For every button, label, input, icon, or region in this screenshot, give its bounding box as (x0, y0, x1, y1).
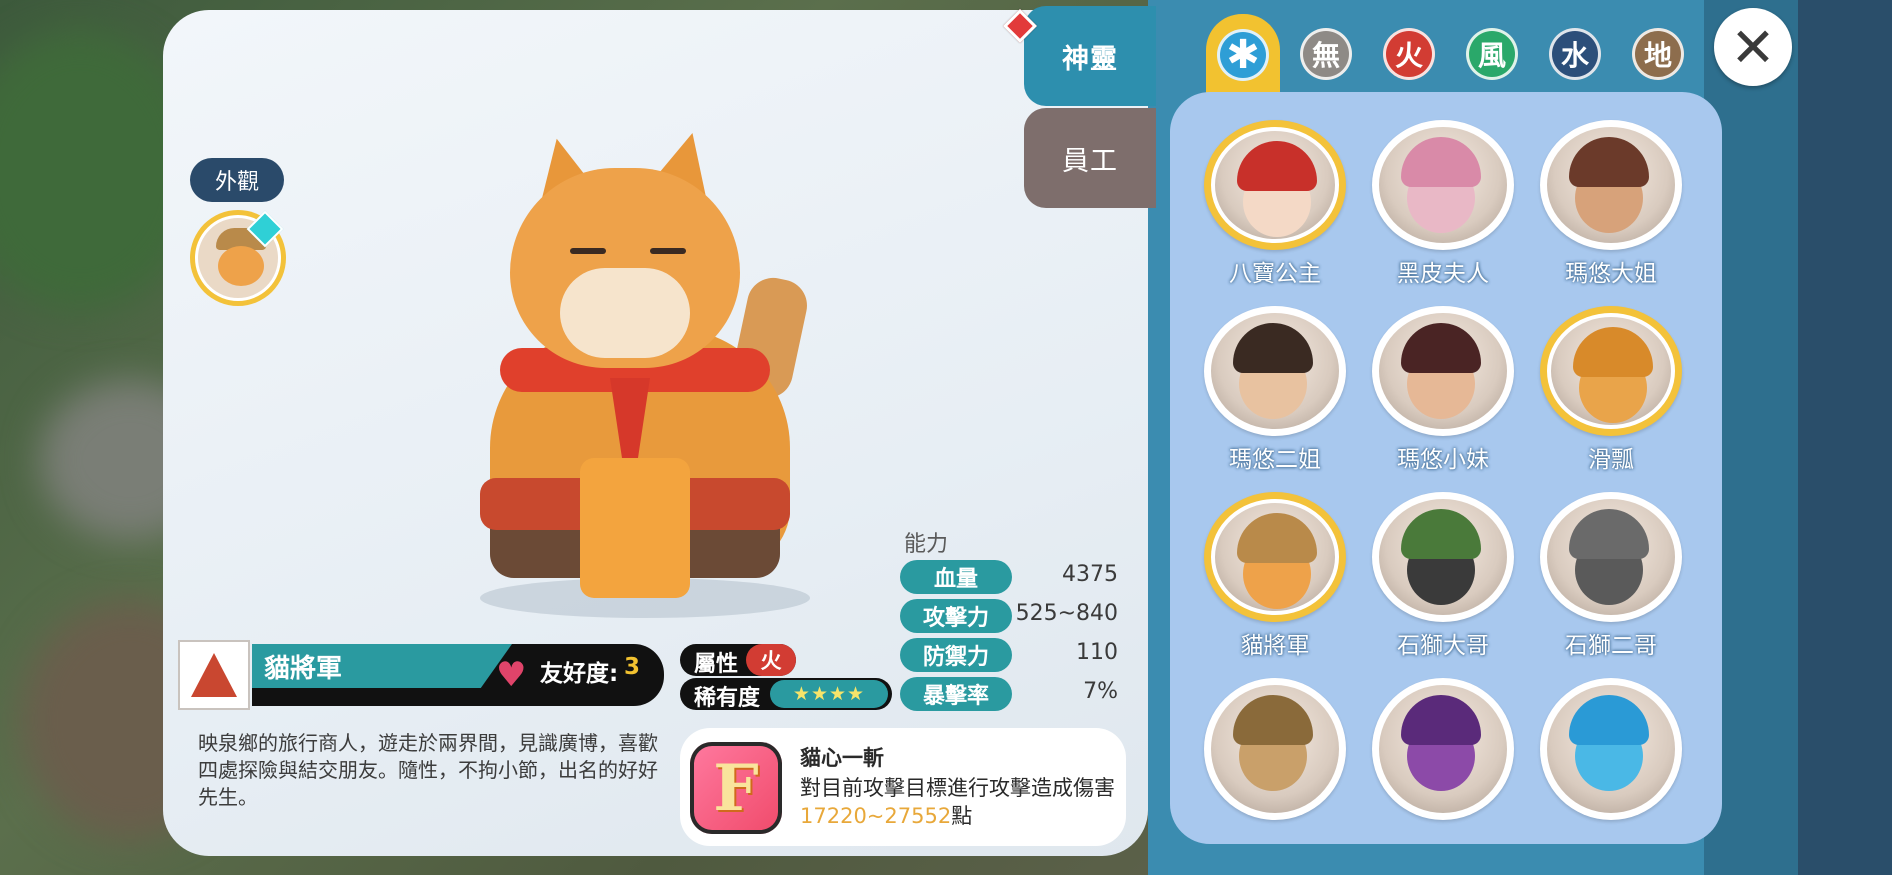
roster-card[interactable]: 滑瓢 (1540, 306, 1682, 474)
heart-icon: ♥ (496, 655, 527, 695)
character-portrait (1540, 120, 1682, 250)
stat-label: 血量 (900, 560, 1012, 594)
character-portrait (1372, 678, 1514, 820)
character-portrait (1372, 306, 1514, 436)
character-name-label: 瑪悠小妹 (1397, 447, 1489, 473)
character-portrait (1540, 678, 1682, 820)
roster-card[interactable]: 瑪悠小妹 (1372, 306, 1514, 474)
filter-earth-tab[interactable]: 地 (1621, 14, 1695, 94)
character-portrait (1372, 492, 1514, 622)
filter-none-tab[interactable]: 無 (1289, 14, 1363, 94)
tab-staff[interactable]: 員工 (1024, 108, 1156, 208)
roster-card[interactable] (1204, 678, 1346, 844)
character-roster: 八寶公主 黑皮夫人 瑪悠大姐瑪悠二姐 瑪悠小妹 滑瓢貓將軍 石獅大哥 石獅二哥 (1170, 92, 1722, 844)
stat-row-defense: 防禦力 110 (900, 638, 1118, 672)
stat-row-hp: 血量 4375 (900, 560, 1118, 594)
filter-all-tab[interactable]: ✱ (1206, 14, 1280, 96)
stat-row-crit: 暴擊率 7% (900, 677, 1118, 711)
roster-card[interactable] (1372, 678, 1514, 844)
affinity-label: 友好度: (540, 661, 619, 687)
filter-water-tab[interactable]: 水 (1538, 14, 1612, 94)
roster-card[interactable]: 黑皮夫人 (1372, 120, 1514, 288)
filter-wind-tab[interactable]: 風 (1455, 14, 1529, 94)
skill-damage: 17220~27552 (800, 804, 952, 828)
filter-fire-tab[interactable]: 火 (1372, 14, 1446, 94)
tab-spirit[interactable]: 神靈 (1024, 6, 1156, 106)
character-portrait (1204, 492, 1346, 622)
roster-card[interactable]: 貓將軍 (1204, 492, 1346, 660)
character-name-banner: 貓將軍 ♥ 友好度: 3 (178, 640, 664, 710)
stat-label: 防禦力 (900, 638, 1012, 672)
element-filter-tabs: ✱ 無 火 風 水 地 (1206, 14, 1704, 96)
fire-element-icon: 火 (1383, 28, 1435, 80)
stat-value: 525~840 (1015, 601, 1118, 626)
close-icon: ✕ (1730, 15, 1776, 79)
skill-box[interactable]: F 貓心一斬 對目前攻擊目標進行攻擊造成傷害17220~27552點 (680, 728, 1126, 846)
wind-element-icon: 風 (1466, 28, 1518, 80)
rarity-badge: 稀有度 ★★★★ (680, 678, 892, 711)
character-name-label: 黑皮夫人 (1397, 261, 1489, 287)
earth-element-icon: 地 (1632, 28, 1684, 80)
attribute-value: 火 (746, 644, 796, 676)
character-name-label: 滑瓢 (1588, 447, 1634, 473)
character-model (470, 124, 812, 618)
character-portrait (1372, 120, 1514, 250)
attribute-badge: 屬性 火 (680, 644, 796, 677)
character-portrait (1204, 306, 1346, 436)
character-portrait (1540, 306, 1682, 436)
stat-label: 暴擊率 (900, 677, 1012, 711)
character-name: 貓將軍 (264, 654, 343, 684)
stat-value: 110 (1076, 640, 1118, 665)
character-name-label: 瑪悠二姐 (1229, 447, 1321, 473)
fire-element-emblem-icon (178, 640, 250, 710)
character-name-label: 八寶公主 (1229, 261, 1321, 287)
none-element-icon: 無 (1300, 28, 1352, 80)
asterisk-icon: ✱ (1217, 29, 1269, 81)
water-element-icon: 水 (1549, 28, 1601, 80)
roster-card[interactable]: 瑪悠二姐 (1204, 306, 1346, 474)
skill-name: 貓心一斬 (800, 746, 884, 770)
skin-label: 外觀 (190, 158, 284, 202)
stat-value: 4375 (1062, 562, 1118, 587)
rarity-label: 稀有度 (694, 686, 761, 711)
character-portrait (1540, 492, 1682, 622)
roster-card[interactable]: 瑪悠大姐 (1540, 120, 1682, 288)
character-name-label: 石獅二哥 (1565, 633, 1657, 659)
character-name-label: 貓將軍 (1240, 633, 1310, 659)
character-name-label: 石獅大哥 (1397, 633, 1489, 659)
roster-card[interactable]: 石獅大哥 (1372, 492, 1514, 660)
roster-card[interactable] (1540, 678, 1682, 844)
skill-description: 對目前攻擊目標進行攻擊造成傷害17220~27552點 (800, 776, 1115, 828)
character-portrait (1204, 678, 1346, 820)
character-description: 映泉鄉的旅行商人，遊走於兩界間，見識廣博，喜歡四處探險與結交朋友。隨性，不拘小節… (198, 731, 658, 809)
rarity-stars: ★★★★ (770, 680, 888, 708)
stat-label: 攻擊力 (900, 599, 1012, 633)
attribute-label: 屬性 (694, 652, 739, 677)
skill-icon: F (690, 742, 782, 834)
character-portrait (1204, 120, 1346, 250)
character-name-label: 瑪悠大姐 (1565, 261, 1657, 287)
roster-card[interactable]: 石獅二哥 (1540, 492, 1682, 660)
stats-title: 能力 (904, 532, 949, 557)
roster-card[interactable]: 八寶公主 (1204, 120, 1346, 288)
close-button[interactable]: ✕ (1714, 8, 1792, 86)
affinity-value: 3 (624, 654, 641, 680)
stat-value: 7% (1083, 679, 1118, 704)
stat-row-attack: 攻擊力 525~840 (900, 599, 1118, 633)
